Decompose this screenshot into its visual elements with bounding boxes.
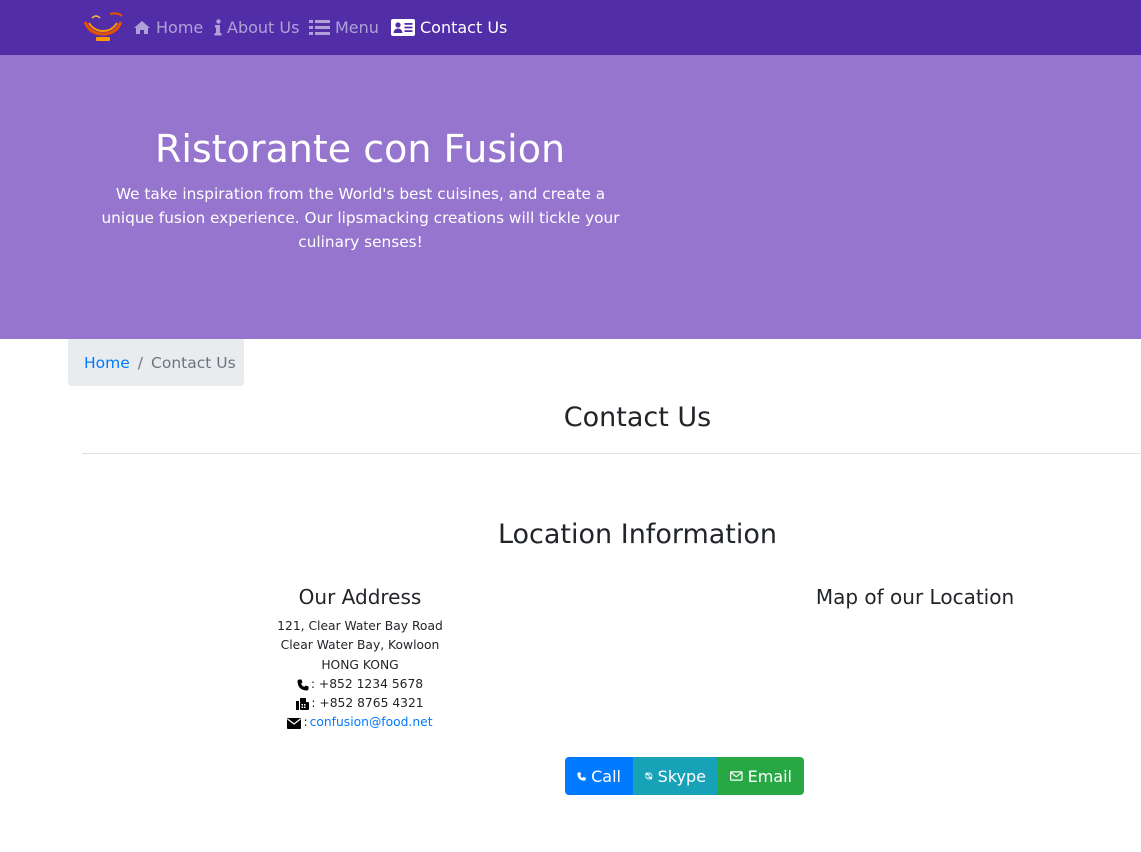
skype-button[interactable]: Skype [633, 757, 718, 795]
envelope-icon [730, 771, 743, 781]
phone-line: : +852 1234 5678 [160, 675, 560, 694]
jumbotron: Ristorante con Fusion We take inspiratio… [0, 55, 1141, 339]
info-icon [214, 18, 222, 35]
email-prefix: : [303, 715, 308, 730]
navbar: Home About Us Menu Contact Us [0, 0, 1141, 55]
nav-item-menu[interactable]: Menu [309, 14, 379, 40]
fax-number: : +852 8765 4321 [311, 696, 424, 711]
contact-button-group: Call Skype Email [565, 757, 804, 795]
address-line-1: 121, Clear Water Bay Road [277, 619, 443, 633]
nav-item-home[interactable]: Home [133, 14, 203, 40]
nav-label-contact: Contact Us [420, 17, 508, 37]
breadcrumb-separator: / [137, 353, 144, 372]
address-heading: Our Address [298, 585, 422, 609]
email-link[interactable]: confusion@food.net [310, 713, 433, 732]
fax-icon [296, 697, 310, 710]
address-card-icon [391, 18, 415, 36]
nav-label-about: About Us [227, 17, 300, 37]
phone-icon [297, 679, 309, 691]
nav-item-contact[interactable]: Contact Us [391, 14, 507, 40]
home-icon [134, 20, 150, 34]
nav-label-menu: Menu [335, 17, 379, 37]
ristorante-logo[interactable] [82, 10, 124, 44]
email-line: : confusion@food.net [160, 713, 560, 732]
phone-icon [577, 771, 586, 781]
map-heading: Map of our Location [815, 585, 1015, 609]
fax-line: : +852 8765 4321 [160, 694, 560, 713]
divider [82, 453, 1141, 454]
email-button-label: Email [747, 766, 792, 786]
breadcrumb-home-link[interactable]: Home [84, 354, 130, 372]
nav-item-about[interactable]: About Us [214, 14, 299, 40]
call-button-label: Call [591, 766, 621, 786]
address-block: 121, Clear Water Bay Road Clear Water Ba… [160, 617, 560, 733]
breadcrumb: Home / Contact Us [68, 339, 244, 386]
restaurant-description: We take inspiration from the World's bes… [101, 185, 620, 251]
list-icon [309, 19, 330, 35]
skype-button-label: Skype [657, 766, 706, 786]
location-heading: Location Information [497, 519, 778, 550]
call-button[interactable]: Call [565, 757, 633, 795]
address-line-3: HONG KONG [321, 657, 399, 672]
address-line-2: Clear Water Bay, Kowloon [280, 638, 440, 653]
restaurant-title: Ristorante con Fusion [154, 127, 566, 171]
breadcrumb-current: Contact Us [151, 353, 236, 372]
nav-label-home: Home [156, 17, 204, 37]
email-button[interactable]: Email [718, 757, 804, 795]
page-title: Contact Us [563, 402, 712, 433]
envelope-icon [287, 717, 302, 729]
phone-number: : +852 1234 5678 [310, 676, 424, 691]
skype-icon [645, 772, 653, 780]
